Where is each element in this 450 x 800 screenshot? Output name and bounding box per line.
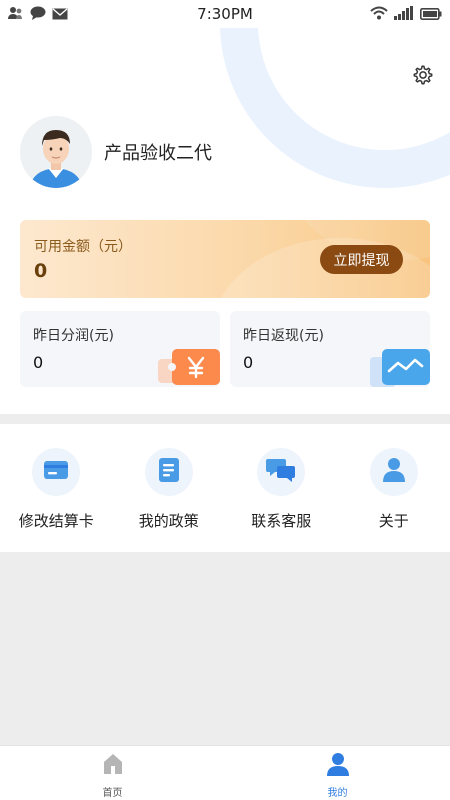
avatar[interactable] [20,116,92,188]
trend-chart-icon [368,347,430,387]
yen-ticket-icon [156,347,220,387]
gear-icon [412,64,434,90]
cashback-value: 0 [243,353,254,372]
card-icon [43,459,69,485]
menu-item-about[interactable]: 关于 [338,424,450,552]
status-left-icons [8,5,68,24]
home-icon [101,752,125,780]
yesterday-profit-card[interactable]: 昨日分润(元) 0 [20,311,220,387]
status-right-icons [370,5,442,24]
nav-mine-label: 我的 [327,788,348,799]
menu-item-settlement-card[interactable]: 修改结算卡 [0,424,113,552]
yesterday-cashback-card[interactable]: 昨日返现(元) 0 [230,311,430,387]
contacts-icon [8,5,24,24]
mail-icon [52,5,68,24]
menu-label: 关于 [378,512,409,530]
status-bar: 7:30PM [0,0,450,28]
menu-icon-background [144,448,193,496]
menu-icon-background [369,448,418,496]
profit-value: 0 [33,353,44,372]
battery-icon [420,5,442,24]
menu-item-customer-service[interactable]: 联系客服 [225,424,338,552]
cashback-label: 昨日返现(元) [243,328,324,344]
user-name: 产品验收二代 [104,143,212,164]
user-icon [326,752,350,780]
document-icon [158,457,180,487]
menu-icon-background [257,448,306,496]
nav-home[interactable]: 首页 [0,746,225,800]
menu-item-my-policy[interactable]: 我的政策 [113,424,226,552]
wifi-icon [370,5,388,24]
menu-label: 联系客服 [251,512,312,530]
withdraw-button[interactable]: 立即提现 [320,245,403,274]
balance-value: 0 [34,260,48,282]
balance-label: 可用金额（元） [34,239,132,255]
signal-icon [394,5,414,24]
balance-card: 可用金额（元） 0 立即提现 [20,220,430,298]
profit-label: 昨日分润(元) [33,328,114,344]
settings-button[interactable] [410,64,436,90]
nav-home-label: 首页 [102,788,123,799]
menu-label: 我的政策 [138,512,199,530]
profile-section: 产品验收二代 可用金额（元） 0 立即提现 昨日分润(元) 0 昨日返现(元) … [0,28,450,414]
menu-grid: 修改结算卡 我的政策 联系客服 关于 [0,424,450,552]
chat-bubbles-icon [266,457,296,487]
decorative-circle [220,28,450,188]
person-icon [382,457,406,487]
menu-icon-background [32,448,81,496]
bottom-nav: 首页 我的 [0,745,450,800]
menu-label: 修改结算卡 [18,512,94,530]
chat-icon [30,5,46,24]
nav-mine[interactable]: 我的 [225,746,450,800]
